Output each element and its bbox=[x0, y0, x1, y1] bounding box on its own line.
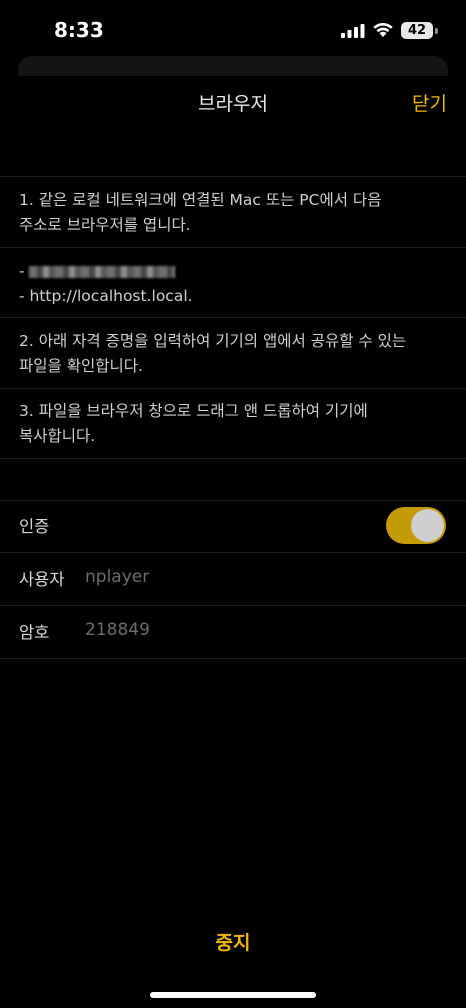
instruction-step-2: 2. 아래 자격 증명을 입력하여 기기의 앱에서 공유할 수 있는 파일을 확… bbox=[19, 332, 407, 375]
redacted-ip bbox=[28, 265, 175, 278]
battery-level: 42 bbox=[407, 23, 427, 38]
auth-row: 인증 bbox=[0, 500, 466, 552]
password-row: 암호 218849 bbox=[0, 606, 466, 658]
divider bbox=[0, 388, 466, 389]
auth-toggle[interactable] bbox=[386, 507, 446, 544]
page-title: 브라우저 bbox=[198, 93, 268, 115]
close-button[interactable]: 닫기 bbox=[412, 89, 447, 116]
divider bbox=[0, 317, 466, 318]
battery-tip bbox=[435, 28, 438, 34]
username-field[interactable]: nplayer bbox=[85, 567, 149, 587]
toggle-knob bbox=[411, 509, 444, 542]
divider bbox=[0, 658, 466, 659]
user-row: 사용자 nplayer bbox=[0, 553, 466, 605]
divider bbox=[0, 458, 466, 459]
status-bar: 8:33 42 bbox=[0, 0, 466, 60]
cellular-signal-icon bbox=[341, 24, 365, 38]
user-label: 사용자 bbox=[19, 570, 65, 589]
password-field[interactable]: 218849 bbox=[85, 620, 150, 640]
wifi-icon bbox=[373, 22, 393, 37]
instruction-step-1: 1. 같은 로컬 네트워크에 연결된 Mac 또는 PC에서 다음 주소로 브라… bbox=[19, 191, 382, 234]
server-address: - - http://localhost.local. bbox=[19, 259, 449, 309]
localhost-address[interactable]: - http://localhost.local. bbox=[19, 284, 449, 309]
divider bbox=[0, 247, 466, 248]
stop-button[interactable]: 중지 bbox=[0, 928, 466, 955]
status-time: 8:33 bbox=[54, 18, 104, 42]
divider bbox=[0, 176, 466, 177]
battery-icon: 42 bbox=[401, 22, 433, 39]
password-label: 암호 bbox=[19, 623, 50, 642]
sheet-top-edge bbox=[18, 56, 448, 76]
auth-label: 인증 bbox=[19, 517, 50, 536]
home-indicator bbox=[150, 992, 316, 998]
blurred-address: - bbox=[19, 259, 449, 284]
instruction-step-3: 3. 파일을 브라우저 창으로 드래그 앤 드롭하여 기기에 복사합니다. bbox=[19, 402, 368, 445]
